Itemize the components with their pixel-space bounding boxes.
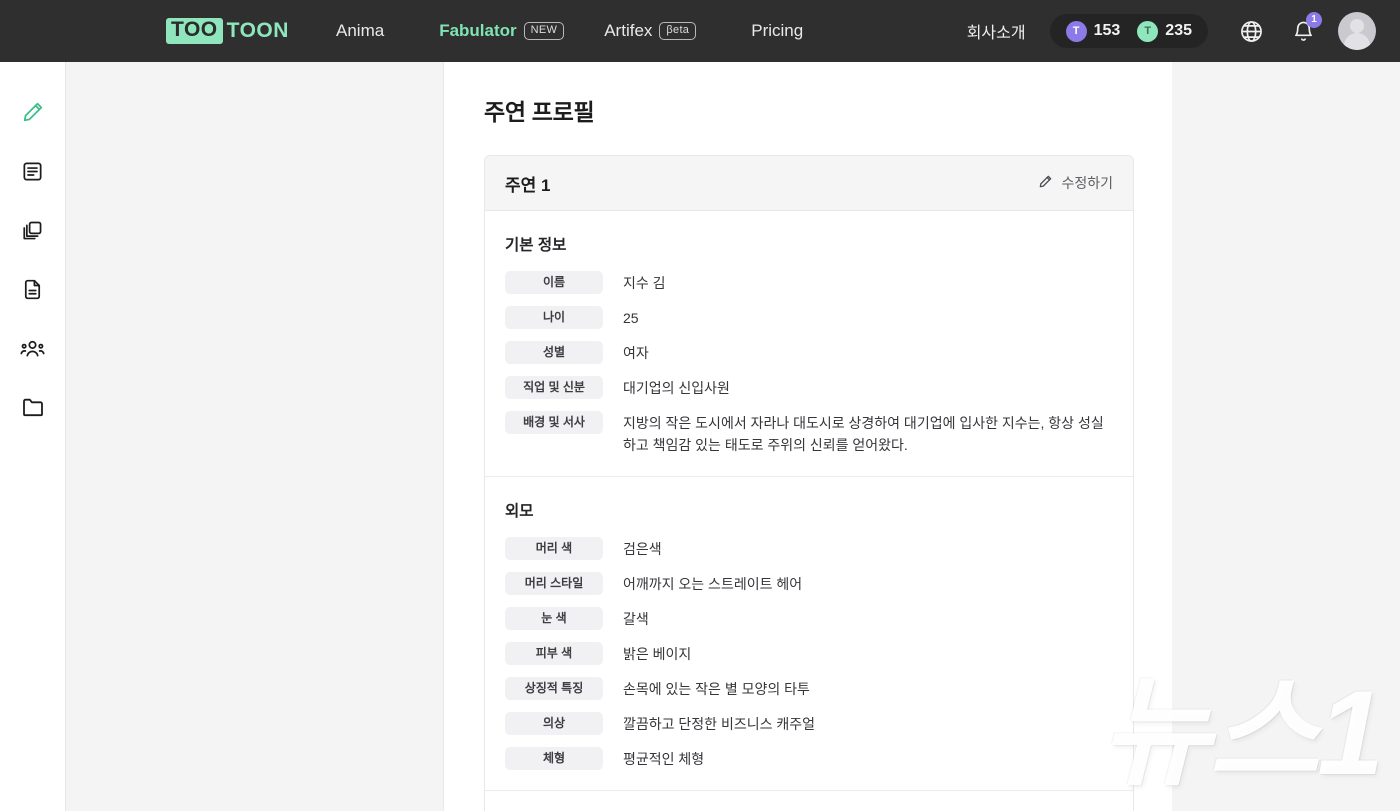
field-row: 머리 색 검은색 bbox=[505, 537, 1113, 560]
field-label-skin-color: 피부 색 bbox=[505, 642, 603, 665]
right-background bbox=[1172, 62, 1400, 811]
logo-tootoon[interactable]: TOO TOON bbox=[166, 18, 289, 43]
beta-badge: βeta bbox=[659, 22, 696, 40]
field-label-hair-style: 머리 스타일 bbox=[505, 572, 603, 595]
field-row: 머리 스타일 어깨까지 오는 스트레이트 헤어 bbox=[505, 572, 1113, 595]
left-icon-rail bbox=[0, 62, 66, 811]
section-title-appearance: 외모 bbox=[505, 499, 1113, 521]
sidebar-item-document[interactable] bbox=[11, 267, 55, 311]
nav-label-artifex: Artifex bbox=[604, 21, 652, 41]
field-label-background: 배경 및 서사 bbox=[505, 411, 603, 434]
field-value-skin-color: 밝은 베이지 bbox=[623, 642, 1113, 665]
secondary-panel bbox=[67, 62, 444, 811]
field-value-background: 지방의 작은 도시에서 자라나 대도시로 상경하여 대기업에 입사한 지수는, … bbox=[623, 411, 1113, 456]
sidebar-item-folder[interactable] bbox=[11, 385, 55, 429]
field-row: 체형 평균적인 체형 bbox=[505, 747, 1113, 770]
pencil-icon bbox=[21, 100, 45, 124]
token-count-purple: 153 bbox=[1094, 22, 1121, 40]
field-value-name: 지수 김 bbox=[623, 271, 1113, 294]
field-label-occupation: 직업 및 신분 bbox=[505, 376, 603, 399]
character-profile-card: 주연 1 수정하기 기본 정보 이름 지수 김 나이 25 bbox=[484, 155, 1134, 811]
sidebar-item-layers[interactable] bbox=[11, 208, 55, 252]
field-label-name: 이름 bbox=[505, 271, 603, 294]
field-value-hair-color: 검은색 bbox=[623, 537, 1113, 560]
token-count-mint: 235 bbox=[1165, 22, 1192, 40]
field-value-body-type: 평균적인 체형 bbox=[623, 747, 1113, 770]
field-row: 의상 깔끔하고 단정한 비즈니스 캐주얼 bbox=[505, 712, 1113, 735]
sidebar-item-write[interactable] bbox=[11, 90, 55, 134]
section-next-partial bbox=[485, 790, 1133, 811]
sidebar-item-article[interactable] bbox=[11, 149, 55, 193]
field-row: 상징적 특징 손목에 있는 작은 별 모양의 타투 bbox=[505, 677, 1113, 700]
token-icon-mint: T bbox=[1137, 21, 1158, 42]
article-icon bbox=[21, 160, 44, 183]
field-value-hair-style: 어깨까지 오는 스트레이트 헤어 bbox=[623, 572, 1113, 595]
field-value-gender: 여자 bbox=[623, 341, 1113, 364]
people-icon bbox=[20, 336, 45, 361]
field-value-eye-color: 갈색 bbox=[623, 607, 1113, 630]
edit-button-label: 수정하기 bbox=[1061, 173, 1113, 193]
token-group-purple: T 153 bbox=[1066, 21, 1121, 42]
nav-item-pricing[interactable]: Pricing bbox=[751, 21, 803, 41]
nav-item-fabulator[interactable]: Fabulator NEW bbox=[439, 21, 564, 41]
sidebar-item-people[interactable] bbox=[11, 326, 55, 370]
pencil-edit-icon bbox=[1038, 174, 1053, 192]
field-value-age: 25 bbox=[623, 306, 1113, 329]
page-title: 주연 프로필 bbox=[484, 93, 1172, 127]
field-value-clothing: 깔끔하고 단정한 비즈니스 캐주얼 bbox=[623, 712, 1113, 735]
field-row: 직업 및 신분 대기업의 신입사원 bbox=[505, 376, 1113, 399]
field-row: 나이 25 bbox=[505, 306, 1113, 329]
notification-count-badge: 1 bbox=[1306, 12, 1322, 28]
field-label-symbolic-feature: 상징적 특징 bbox=[505, 677, 603, 700]
primary-nav: Anima Fabulator NEW Artifex βeta Pricing bbox=[336, 0, 803, 62]
nav-label-fabulator: Fabulator bbox=[439, 21, 516, 41]
field-label-clothing: 의상 bbox=[505, 712, 603, 735]
header-right-cluster: 회사소개 T 153 T 235 bbox=[967, 0, 1376, 62]
field-row: 이름 지수 김 bbox=[505, 271, 1113, 294]
logo-box-text: TOO bbox=[166, 18, 223, 43]
globe-icon[interactable] bbox=[1234, 14, 1268, 48]
new-badge: NEW bbox=[524, 22, 565, 40]
field-value-occupation: 대기업의 신입사원 bbox=[623, 376, 1113, 399]
nav-label-anima: Anima bbox=[336, 21, 384, 41]
card-header: 주연 1 수정하기 bbox=[485, 156, 1133, 211]
nav-item-anima[interactable]: Anima bbox=[336, 21, 384, 41]
field-row: 성별 여자 bbox=[505, 341, 1113, 364]
section-basic-info: 기본 정보 이름 지수 김 나이 25 성별 여자 직업 및 신분 대기업의 신… bbox=[485, 211, 1133, 476]
logo-tail-text: TOON bbox=[223, 20, 289, 42]
layers-icon bbox=[21, 219, 44, 242]
edit-button[interactable]: 수정하기 bbox=[1038, 173, 1113, 193]
nav-label-pricing: Pricing bbox=[751, 21, 803, 41]
folder-icon bbox=[21, 395, 45, 419]
section-appearance: 외모 머리 색 검은색 머리 스타일 어깨까지 오는 스트레이트 헤어 눈 색 … bbox=[485, 476, 1133, 790]
nav-item-artifex[interactable]: Artifex βeta bbox=[604, 21, 696, 41]
field-value-symbolic-feature: 손목에 있는 작은 별 모양의 타투 bbox=[623, 677, 1113, 700]
field-row: 배경 및 서사 지방의 작은 도시에서 자라나 대도시로 상경하여 대기업에 입… bbox=[505, 411, 1113, 456]
section-title-basic-info: 기본 정보 bbox=[505, 233, 1113, 255]
top-navigation-bar: TOO TOON Anima Fabulator NEW Artifex βet… bbox=[0, 0, 1400, 62]
token-icon-purple: T bbox=[1066, 21, 1087, 42]
field-row: 피부 색 밝은 베이지 bbox=[505, 642, 1113, 665]
bell-icon[interactable]: 1 bbox=[1286, 14, 1320, 48]
field-label-body-type: 체형 bbox=[505, 747, 603, 770]
field-row: 눈 색 갈색 bbox=[505, 607, 1113, 630]
document-icon bbox=[21, 278, 44, 301]
avatar[interactable] bbox=[1338, 12, 1376, 50]
field-label-age: 나이 bbox=[505, 306, 603, 329]
token-balance-pill[interactable]: T 153 T 235 bbox=[1050, 14, 1208, 48]
field-label-gender: 성별 bbox=[505, 341, 603, 364]
token-group-mint: T 235 bbox=[1137, 21, 1192, 42]
main-content-area: 주연 프로필 주연 1 수정하기 기본 정보 이름 지수 김 bbox=[444, 62, 1172, 811]
about-link[interactable]: 회사소개 bbox=[967, 19, 1026, 43]
field-label-eye-color: 눈 색 bbox=[505, 607, 603, 630]
field-label-hair-color: 머리 색 bbox=[505, 537, 603, 560]
card-title: 주연 1 bbox=[505, 171, 550, 196]
